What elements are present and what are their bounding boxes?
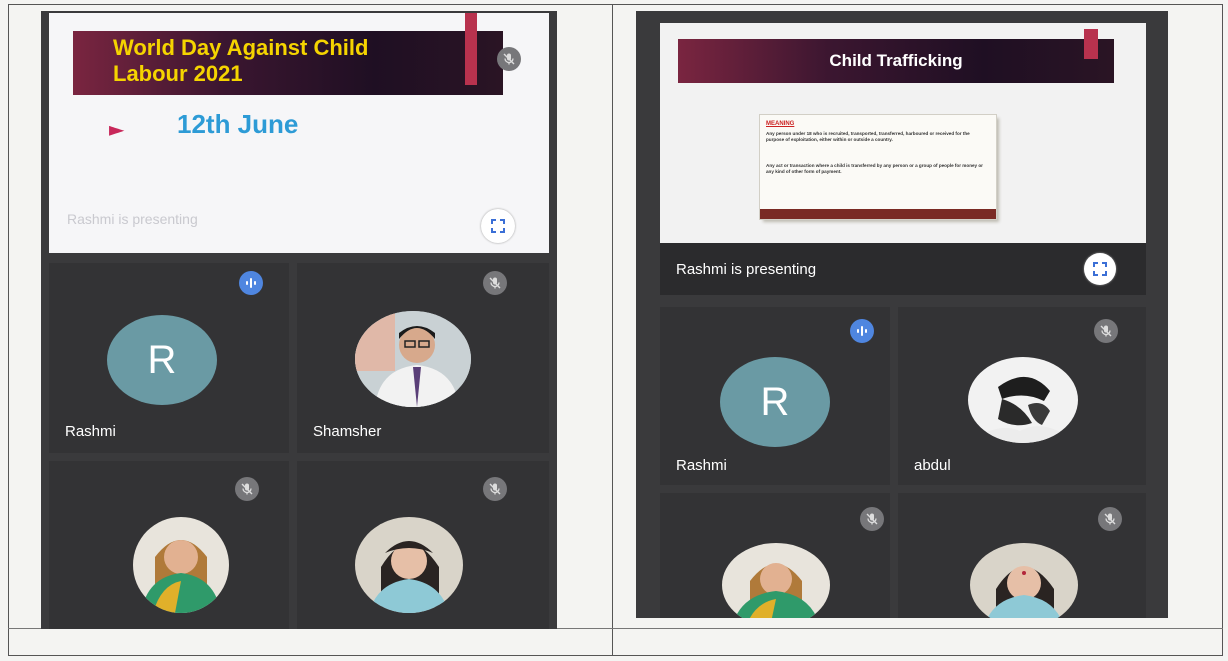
participant-tile[interactable]: R Rashmi	[49, 263, 289, 453]
meeting-screenshot-right: Child Trafficking MEANING Any person und…	[636, 11, 1168, 618]
mic-off-icon	[241, 483, 253, 495]
speaking-indicator	[239, 271, 263, 295]
participant-photo	[722, 543, 830, 618]
presenting-overlay-label: Rashmi is presenting	[67, 211, 198, 227]
meeting-screenshot-left: World Day Against Child Labour 2021 ► 12…	[41, 11, 557, 629]
slide-title-accent	[465, 13, 477, 85]
avatar: R	[720, 357, 830, 447]
participant-tile[interactable]	[297, 461, 549, 629]
mute-indicator	[860, 507, 884, 531]
meaning-paragraph: Any person under 18 who is recruited, tr…	[766, 131, 970, 142]
slide-title-band: Child Trafficking	[678, 39, 1114, 83]
meaning-paragraph: Any act or transaction where a child is …	[766, 163, 983, 174]
meaning-heading: MEANING	[766, 121, 795, 127]
participant-photo	[355, 311, 471, 407]
mute-indicator	[1094, 319, 1118, 343]
meaning-card-footer	[760, 209, 996, 219]
presenting-bar: Rashmi is presenting	[660, 243, 1146, 295]
mute-indicator	[483, 271, 507, 295]
mic-off-icon	[1104, 513, 1116, 525]
participant-tile[interactable]: R Rashmi	[660, 307, 890, 485]
mute-indicator	[1098, 507, 1122, 531]
mic-off-icon	[866, 513, 878, 525]
audio-level-icon	[857, 326, 867, 336]
participant-photo	[970, 543, 1078, 618]
mic-off-icon	[1100, 325, 1112, 337]
fullscreen-icon	[1093, 262, 1107, 276]
participant-photo	[968, 357, 1078, 443]
participant-name: Shamsher	[313, 423, 382, 440]
participant-name: abdul	[914, 457, 951, 474]
fullscreen-button[interactable]	[481, 209, 515, 243]
slide-date: 12th June	[177, 109, 299, 139]
avatar: R	[107, 315, 217, 405]
slide-bullet: ►	[109, 117, 125, 141]
participant-name: Rashmi	[676, 457, 727, 474]
participant-tile[interactable]	[660, 493, 890, 618]
slide-title: Child Trafficking	[829, 51, 963, 70]
audio-level-icon	[246, 278, 256, 288]
participant-name: Rashmi	[65, 423, 116, 440]
fullscreen-icon	[491, 219, 505, 233]
mute-indicator	[483, 477, 507, 501]
speaking-indicator	[850, 319, 874, 343]
participant-tile[interactable]: Shamsher	[297, 263, 549, 453]
participant-photo	[355, 517, 463, 613]
page-divider	[612, 4, 613, 656]
mic-off-icon	[503, 53, 515, 65]
presenting-label: Rashmi is presenting	[676, 261, 817, 278]
meaning-card: MEANING Any person under 18 who is recru…	[760, 115, 996, 219]
participant-photo	[133, 517, 229, 613]
mic-off-icon	[489, 483, 501, 495]
participant-tile[interactable]: abdul	[898, 307, 1146, 485]
slide-title: World Day Against Child Labour 2021	[113, 35, 369, 86]
mute-indicator	[235, 477, 259, 501]
fullscreen-button[interactable]	[1084, 253, 1116, 285]
slide-mute-button[interactable]	[497, 47, 521, 71]
slide-title-accent	[1084, 29, 1098, 59]
presentation-slide: Child Trafficking MEANING Any person und…	[660, 23, 1146, 243]
mic-off-icon	[489, 277, 501, 289]
participant-tile[interactable]	[49, 461, 289, 629]
presentation-slide: World Day Against Child Labour 2021 ► 12…	[49, 13, 549, 253]
participant-tile[interactable]	[898, 493, 1146, 618]
